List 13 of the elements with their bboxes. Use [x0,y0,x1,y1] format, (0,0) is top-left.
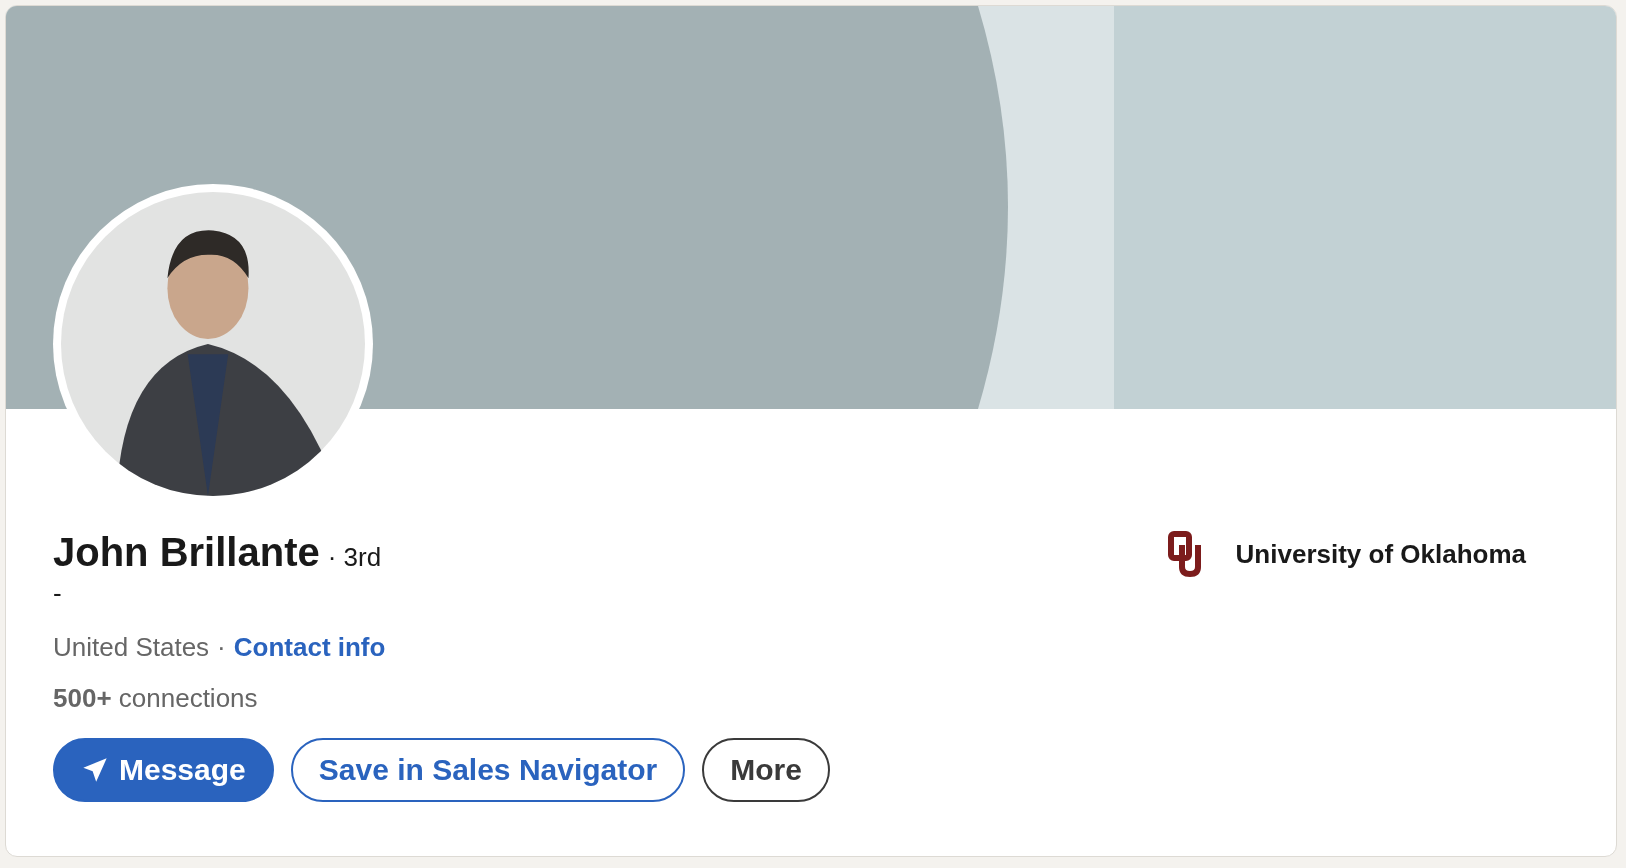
school-name: University of Oklahoma [1235,537,1526,571]
contact-info-link[interactable]: Contact info [233,627,386,667]
connections-count: 500+ connections [53,681,258,715]
message-button[interactable]: Message [53,737,274,802]
profile-name: John Brillante [53,529,320,576]
send-icon [81,755,109,784]
logo-icon [1167,531,1204,577]
save-button[interactable]: Save in Sales Navigator [290,737,686,802]
connection-degree: · 3rd [327,541,382,574]
more-button[interactable]: More [702,737,830,802]
separator: · [217,630,226,664]
location: United States [53,630,210,664]
headline: - [53,577,62,610]
